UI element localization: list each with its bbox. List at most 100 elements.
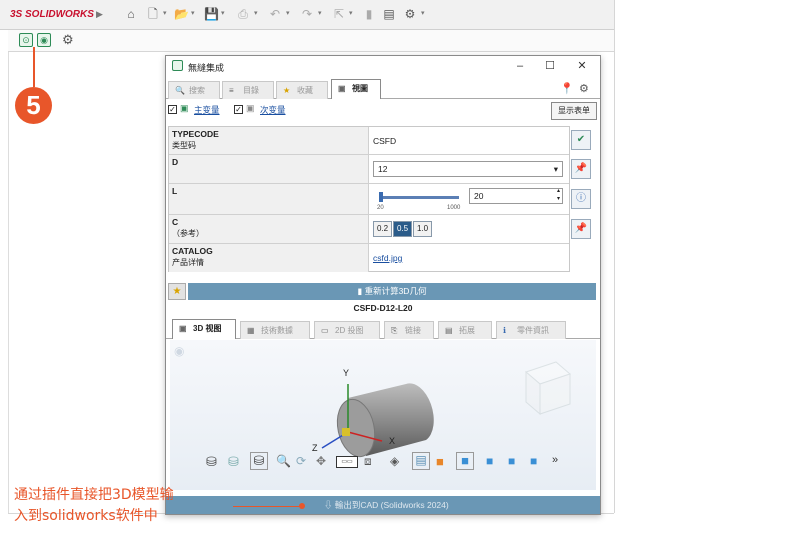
new-doc-icon[interactable]: 🗋	[146, 7, 160, 21]
tab-links[interactable]: ⎘ 链接	[384, 321, 434, 339]
rotate-icon[interactable]: ⟳	[296, 454, 306, 468]
redo-icon[interactable]: ↷	[300, 7, 314, 21]
annotation-pointer-dot	[299, 503, 305, 509]
pin-icon[interactable]: 📍	[560, 82, 574, 95]
info-button[interactable]: ⓘ	[571, 189, 591, 209]
spinner-arrows-icon[interactable]: ▴ ▾	[557, 187, 560, 203]
tab-favorites[interactable]: ★ 收藏	[276, 81, 328, 99]
param-row-c: C （参考） 0.2 0.5 1.0	[169, 215, 569, 244]
dimension-icon[interactable]: ⧈	[364, 454, 372, 469]
chevron-down-icon[interactable]: ▾	[318, 9, 324, 17]
star-icon: ★	[283, 86, 291, 95]
sub-var-checkbox[interactable]: ✓	[234, 105, 243, 114]
d-value: 12	[378, 164, 388, 174]
model-name: CSFD-D12-L20	[353, 303, 413, 313]
save-icon[interactable]: 💾	[204, 7, 219, 21]
3d-viewport[interactable]: ◉ Y X Z ⛁ ⛁ ⛁ 🔍 ⟳ ✥ ▭▭ ⧈ ◈ ▤ ■ ■ ■ ■ ■ »	[170, 340, 596, 490]
open-icon[interactable]: 📂	[174, 7, 189, 21]
tab-view[interactable]: ▣ 視圖	[331, 79, 381, 99]
c-option-selected[interactable]: 0.5	[393, 221, 412, 237]
zoom-icon[interactable]: 🔍	[276, 454, 291, 468]
param-row-catalog: CATALOG 产品详情 csfd.jpg	[169, 244, 569, 272]
chevron-down-icon[interactable]: ▾	[221, 9, 227, 17]
chevron-down-icon[interactable]: ▾	[286, 9, 292, 17]
param-name: TYPECODE	[172, 129, 219, 139]
front-view-icon[interactable]: ■	[508, 454, 515, 468]
c-option[interactable]: 1.0	[413, 221, 432, 237]
section-view-icon[interactable]: ▤	[412, 452, 430, 470]
tab-search[interactable]: 🔍 搜索	[168, 81, 220, 99]
plugin-tab-active-icon[interactable]: ◉	[37, 33, 51, 47]
export-to-cad-button[interactable]: ⇩ 輸出到CAD (Solidworks 2024)	[166, 496, 600, 514]
export-icon: ⇩	[324, 500, 335, 510]
pan-icon[interactable]: ✥	[316, 454, 326, 468]
chevron-down-icon[interactable]: ▾	[191, 9, 197, 17]
param-row-typecode: TYPECODE 类型码 CSFD	[169, 127, 569, 155]
main-var-label[interactable]: 主变量	[194, 104, 220, 116]
window-title: 無縫集成	[188, 63, 225, 73]
favorite-star-button[interactable]: ★	[168, 283, 186, 300]
maximize-button[interactable]: ☐	[540, 58, 560, 74]
gear-icon[interactable]: ⚙	[62, 32, 74, 48]
minimize-button[interactable]: –	[510, 58, 530, 74]
l-slider[interactable]	[379, 196, 459, 199]
c-option[interactable]: 0.2	[373, 221, 392, 237]
menu-expand-arrow[interactable]: ▶	[96, 9, 103, 20]
param-desc: （参考）	[172, 229, 204, 238]
search-icon: 🔍	[175, 86, 185, 95]
undo-icon[interactable]: ↶	[268, 7, 282, 21]
tech-data-icon: ▦	[247, 326, 255, 335]
l-spinner[interactable]: 20 ▴ ▾	[469, 188, 563, 204]
chevron-down-icon[interactable]: ▾	[163, 9, 169, 17]
file-props-icon[interactable]: ▤	[382, 7, 396, 21]
iso-view-icon[interactable]: ■	[486, 454, 493, 468]
catalog-link[interactable]: csfd.jpg	[373, 253, 402, 263]
pin-d-button[interactable]: 📌	[571, 159, 591, 179]
measure-icon[interactable]: ▭▭	[336, 456, 358, 468]
more-tools-icon[interactable]: »	[552, 454, 558, 466]
pin-c-button[interactable]: 📌	[571, 219, 591, 239]
wireframe-cylinder-icon[interactable]: ⛁	[206, 454, 217, 470]
print-icon[interactable]: ⎙	[236, 7, 250, 21]
view-toolbar: ⛁ ⛁ ⛁ 🔍 ⟳ ✥ ▭▭ ⧈ ◈ ▤ ■ ■ ■ ■ ■ »	[206, 452, 576, 472]
tab-catalog[interactable]: ≡ 目錄	[222, 81, 274, 99]
origin-marker	[342, 428, 350, 436]
main-var-icon: ▣	[180, 103, 189, 113]
l-slider-handle[interactable]	[379, 192, 383, 202]
tab-2d-drawing[interactable]: ▭ 2D 投图	[314, 321, 380, 339]
l-min-label: 20	[377, 205, 384, 211]
tab-3d-view[interactable]: ▣ 3D 视图	[172, 319, 236, 339]
parameter-grid: TYPECODE 类型码 CSFD D 12 ▾ L 20 1000 20 ▴ ▾ C （…	[168, 126, 570, 272]
options-icon[interactable]: ⚙	[403, 7, 417, 21]
settings-icon[interactable]: ⚙	[579, 82, 589, 95]
confirm-check-button[interactable]: ✔	[571, 130, 591, 150]
select-icon[interactable]: ⇱	[332, 7, 346, 21]
chevron-down-icon[interactable]: ▾	[254, 9, 260, 17]
d-select[interactable]: 12 ▾	[373, 161, 563, 177]
mesh-icon[interactable]: ◈	[390, 454, 399, 468]
close-button[interactable]: ✕	[572, 58, 592, 74]
home-icon[interactable]: ⌂	[124, 7, 138, 21]
chevron-down-icon[interactable]: ▾	[349, 9, 355, 17]
tab-part-info[interactable]: ℹ 零件資訊	[496, 321, 566, 339]
tab-tech-data[interactable]: ▦ 技術數據	[240, 321, 310, 339]
x-axis-label: X	[389, 436, 396, 446]
rebuild-icon[interactable]: ▮	[362, 7, 376, 21]
param-row-d: D 12 ▾	[169, 155, 569, 184]
recalc-button[interactable]: ▮ 重新计算3D几何	[188, 283, 596, 300]
catalog-icon: ≡	[229, 86, 234, 95]
feature-manager-tabs	[8, 30, 614, 52]
main-var-checkbox[interactable]: ✓	[168, 105, 177, 114]
material-icon[interactable]: ■	[436, 454, 444, 469]
plugin-tab-icon[interactable]: ⊙	[19, 33, 33, 47]
chevron-down-icon[interactable]: ▾	[421, 9, 427, 17]
solid-cube-icon[interactable]: ■	[456, 452, 474, 470]
export-label: 輸出到CAD (Solidworks 2024)	[334, 500, 449, 510]
shaded-edges-cylinder-icon[interactable]: ⛁	[250, 452, 268, 470]
tab-extend[interactable]: ▤ 拓展	[438, 321, 492, 339]
sub-var-label[interactable]: 次变量	[260, 104, 286, 116]
lower-tab-strip: ▣ 3D 视图 ▦ 技術數據 ▭ 2D 投图 ⎘ 链接 ▤ 拓展 ℹ 零件資訊	[166, 319, 600, 339]
shaded-cylinder-icon[interactable]: ⛁	[228, 454, 239, 470]
side-view-icon[interactable]: ■	[530, 454, 537, 468]
show-table-button[interactable]: 显示表单	[551, 102, 597, 120]
